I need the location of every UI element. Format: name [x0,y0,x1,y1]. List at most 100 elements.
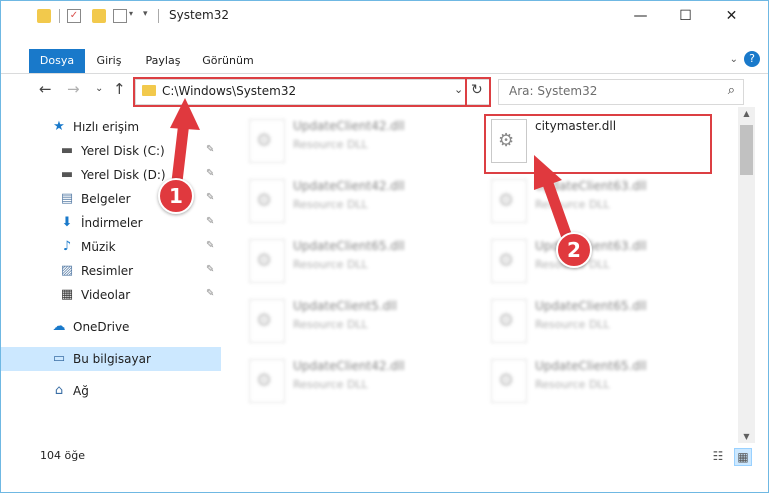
back-button[interactable]: ← [39,80,52,98]
sidebar-item-label: Yerel Disk (C:) [81,144,165,158]
sidebar-item-label: Videolar [81,288,131,302]
gear-icon: ⚙ [498,250,515,271]
file-item-body: ⚙ UpdateClient65.dll Resource DLL [485,351,713,409]
sidebar-item[interactable]: ★ Hızlı erişim [1,115,221,139]
file-item[interactable]: ⚙ UpdateClient5.dll Resource DLL [243,291,471,349]
file-item-body: ⚙ UpdateClient42.dll Resource DLL [243,171,471,229]
sidebar-item-icon: ☁ [52,319,66,334]
file-item-body: ⚙ citymaster.dll [485,111,713,169]
file-item[interactable]: ⚙ UpdateClient42.dll Resource DLL [243,111,471,169]
dll-file-icon: ⚙ [249,359,285,403]
separator [158,9,159,23]
file-item[interactable]: ⚙ citymaster.dll [485,111,713,169]
item-count: 104 öğe [40,449,85,462]
file-item-body: ⚙UpdateClient63.dllResource DLL [485,171,713,229]
rename-icon[interactable] [113,9,127,23]
gear-icon: ⚙ [498,190,515,211]
sidebar-item-icon: ▨ [60,263,74,278]
folder-icon [37,9,51,23]
sidebar-item-label: İndirmeler [81,216,143,230]
file-item[interactable]: ⚙UpdateClient63.dllResource DLL [485,171,713,229]
gear-icon: ⚙ [498,130,515,151]
sidebar-item[interactable]: ☁ OneDrive [1,315,221,339]
sidebar-item[interactable]: ▭ Bu bilgisayar [1,347,221,371]
close-button[interactable]: ✕ [709,1,754,31]
pin-icon: ✎ [206,216,215,227]
gear-icon: ⚙ [256,130,273,151]
dll-file-icon: ⚙ [249,119,285,163]
sidebar-item[interactable]: ⬇ İndirmeler ✎ [1,211,221,235]
details-view-icon[interactable]: ☷ [710,448,726,464]
sidebar-item[interactable]: ▬ Yerel Disk (C:) ✎ [1,139,221,163]
sidebar-item[interactable]: ♪ Müzik ✎ [1,235,221,259]
sidebar-item[interactable]: ▨ Resimler ✎ [1,259,221,283]
vertical-scrollbar[interactable]: ▲ ▼ [738,107,755,443]
file-type: Resource DLL [293,318,368,331]
file-item[interactable]: ⚙ UpdateClient65.dll Resource DLL [485,351,713,409]
title-bar: ✓ ▾ ▾ System32 — ☐ ✕ [1,1,768,31]
ribbon-tabs: Dosya Giriş Paylaş Görünüm ⌄ ? [1,49,768,74]
help-icon[interactable]: ? [744,51,760,67]
minimize-button[interactable]: — [618,1,663,31]
address-bar[interactable]: C:\Windows\System32 ⌄ ↻ [135,79,490,105]
file-item[interactable]: ⚙ UpdateClient65.dll Resource DLL [485,291,713,349]
sidebar-item-label: Resimler [81,264,134,278]
sidebar-item[interactable]: ⌂ Ağ [1,379,221,403]
file-list: ⚙ UpdateClient42.dll Resource DLL ⚙ citymast… [223,107,737,443]
tab-view[interactable]: Görünüm [197,49,259,73]
refresh-icon[interactable]: ↻ [471,82,483,98]
gear-icon: ⚙ [498,310,515,331]
customize-toolbar-icon[interactable]: ▾ [143,9,157,23]
dll-file-icon: ⚙ [491,359,527,403]
pin-icon: ✎ [206,168,215,179]
file-type: Resource DLL [293,378,368,391]
file-name: UpdateClient65.dll [293,239,405,253]
address-path[interactable]: C:\Windows\System32 [162,84,296,98]
window-title: System32 [169,8,230,22]
large-icons-view-icon[interactable]: ▦ [734,448,752,466]
file-item-body: ⚙UpdateClient63.dllResource DLL [485,231,713,289]
tab-home[interactable]: Giriş [89,49,129,73]
file-item-body: ⚙ UpdateClient65.dll Resource DLL [243,231,471,289]
file-item-body: ⚙ UpdateClient5.dll Resource DLL [243,291,471,349]
recent-locations-button[interactable]: ⌄ [95,83,103,94]
file-item[interactable]: ⚙ UpdateClient42.dll Resource DLL [243,171,471,229]
properties-icon[interactable]: ✓ [67,9,81,23]
sidebar-item-icon: ▬ [60,167,74,182]
search-icon[interactable]: ⌕ [728,83,735,98]
up-button[interactable]: ↑ [113,80,126,98]
pin-icon: ✎ [206,288,215,299]
file-item[interactable]: ⚙ UpdateClient65.dll Resource DLL [243,231,471,289]
pin-icon: ✎ [206,144,215,155]
address-dropdown-icon[interactable]: ⌄ [454,83,463,96]
separator [59,9,60,23]
folder-icon [142,85,156,96]
sidebar-item-icon: ⌂ [54,383,64,398]
forward-button[interactable]: → [67,80,80,98]
chevron-down-icon[interactable]: ▾ [129,9,143,23]
scroll-down-icon[interactable]: ▼ [738,432,755,441]
file-name: UpdateClient42.dll [293,179,405,193]
sidebar-item-icon: ▭ [52,351,66,366]
scrollbar-thumb[interactable] [740,125,753,175]
dll-file-icon: ⚙ [249,239,285,283]
file-type: Resource DLL [535,378,610,391]
ribbon-expand-icon[interactable]: ⌄ [730,54,738,65]
search-input[interactable]: Ara: System32 [509,84,597,98]
file-item[interactable]: ⚙ UpdateClient42.dll Resource DLL [243,351,471,409]
file-item[interactable]: ⚙UpdateClient63.dllResource DLL [485,231,713,289]
file-name: UpdateClient42.dll [293,119,405,133]
file-name: UpdateClient42.dll [293,359,405,373]
sidebar-item-label: Müzik [81,240,116,254]
file-type: Resource DLL [293,138,368,151]
file-type: Resource DLL [293,258,368,271]
new-folder-icon[interactable] [92,9,106,23]
pin-icon: ✎ [206,264,215,275]
search-box[interactable]: Ara: System32 ⌕ [498,79,744,105]
maximize-button[interactable]: ☐ [663,1,708,31]
pin-icon: ✎ [206,240,215,251]
scroll-up-icon[interactable]: ▲ [738,109,755,118]
tab-share[interactable]: Paylaş [139,49,187,73]
tab-file[interactable]: Dosya [29,49,85,73]
sidebar-item[interactable]: ▦ Videolar ✎ [1,283,221,307]
